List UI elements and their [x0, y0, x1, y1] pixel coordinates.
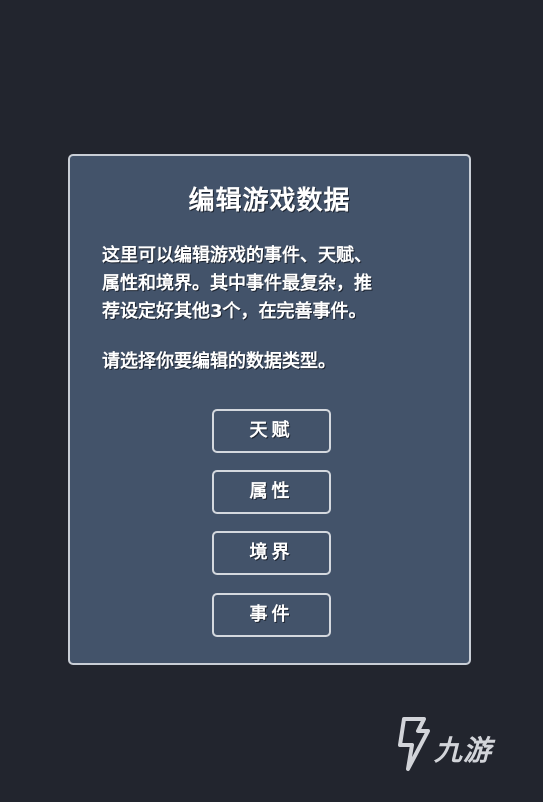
attribute-button[interactable]: 属性 [212, 470, 331, 514]
event-button[interactable]: 事件 [212, 593, 331, 637]
dialog-description: 这里可以编辑游戏的事件、天赋、 属性和境界。其中事件最复杂，推 荐设定好其他3个… [102, 242, 447, 326]
description-line: 荐设定好其他3个，在完善事件。 [102, 301, 367, 322]
watermark: 九游 [394, 715, 514, 773]
realm-button[interactable]: 境界 [212, 531, 331, 575]
talent-button[interactable]: 天赋 [212, 409, 331, 453]
description-line: 属性和境界。其中事件最复杂，推 [102, 273, 372, 294]
jiuyou-logo-icon [398, 717, 430, 771]
dialog-prompt: 请选择你要编辑的数据类型。 [102, 351, 336, 372]
edit-data-dialog: 编辑游戏数据 这里可以编辑游戏的事件、天赋、 属性和境界。其中事件最复杂，推 荐… [68, 154, 471, 665]
dialog-title: 编辑游戏数据 [188, 186, 351, 216]
description-line: 这里可以编辑游戏的事件、天赋、 [102, 245, 372, 266]
watermark-text: 九游 [434, 734, 493, 767]
